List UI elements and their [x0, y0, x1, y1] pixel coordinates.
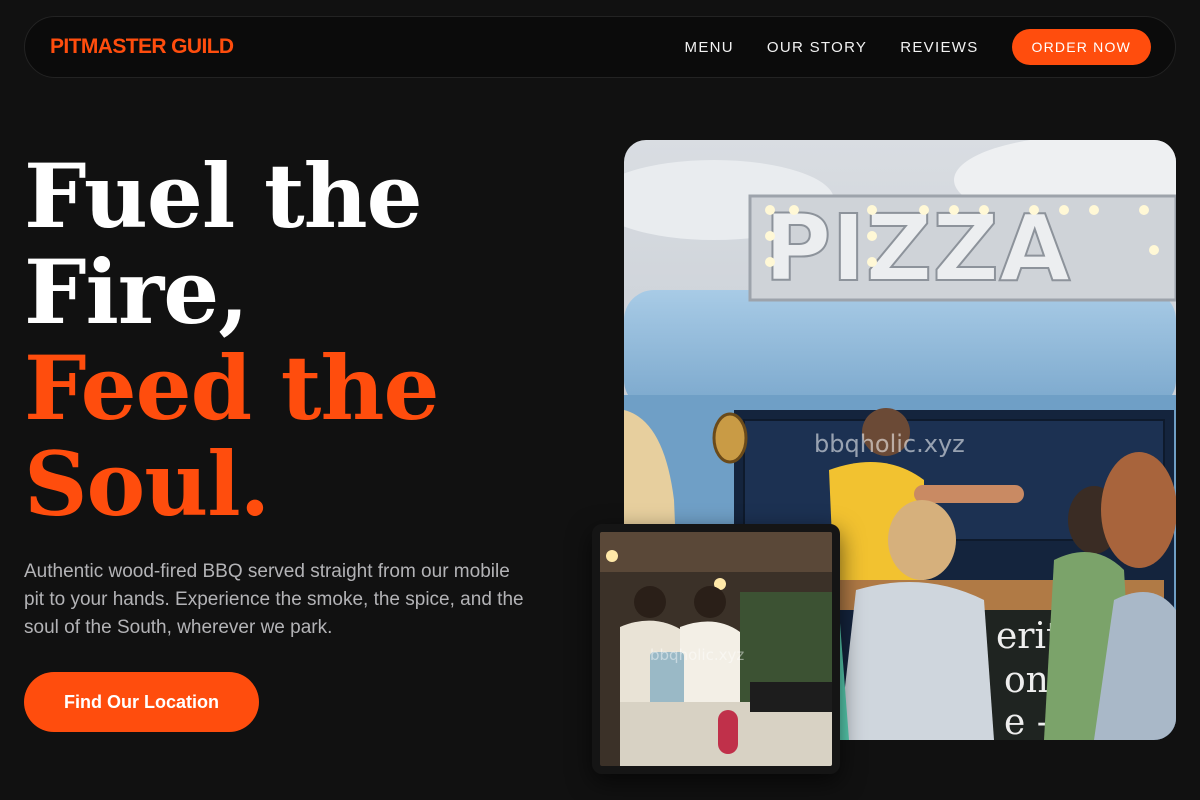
pizza-sign-text: PIZZA	[764, 195, 1070, 302]
headline-line-3: Feed the	[24, 336, 439, 440]
nav-link-reviews[interactable]: REVIEWS	[900, 39, 978, 56]
find-location-button[interactable]: Find Our Location	[24, 672, 259, 732]
main-photo-watermark: bbqholic.xyz	[814, 430, 965, 458]
headline-line-2: Fire,	[24, 240, 249, 344]
nav-link-our-story[interactable]: OUR STORY	[767, 39, 867, 56]
nav-links: MENU OUR STORY REVIEWS ORDER NOW	[685, 29, 1151, 65]
inset-photo-watermark: bbqholic.xyz	[650, 646, 744, 664]
headline-line-1: Fuel the	[24, 144, 423, 248]
chalkboard-line-3: e -	[1004, 702, 1049, 740]
nav-link-menu[interactable]: MENU	[685, 39, 734, 56]
food-stall-inset-photo: bbqholic.xyz	[592, 524, 840, 774]
order-now-button[interactable]: ORDER NOW	[1011, 29, 1151, 65]
headline-line-4: Soul.	[24, 432, 270, 536]
hero-description: Authentic wood-fired BBQ served straight…	[24, 561, 524, 638]
brand-logo[interactable]: PITMASTER GUILD	[50, 35, 234, 59]
top-navbar: PITMASTER GUILD MENU OUR STORY REVIEWS O…	[24, 16, 1176, 78]
hero-headline: Fuel the Fire, Feed the Soul.	[24, 144, 439, 536]
